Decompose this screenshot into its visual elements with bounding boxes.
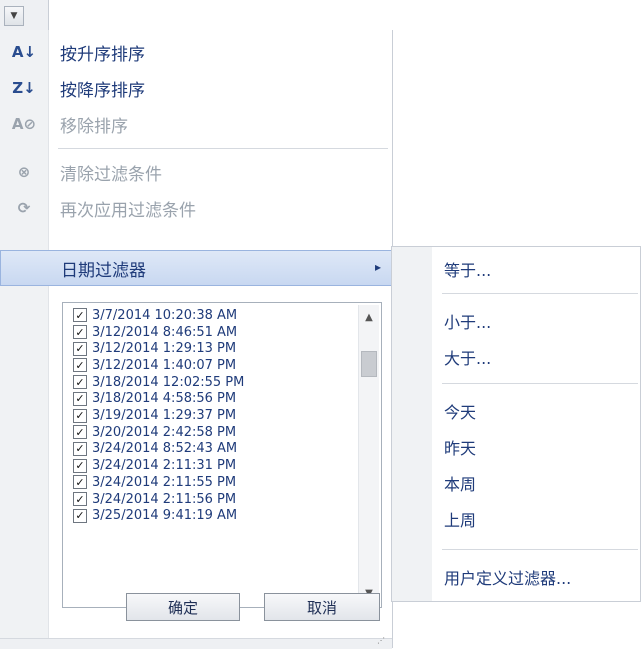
- checkbox-icon[interactable]: ✓: [73, 441, 87, 456]
- scroll-thumb[interactable]: [361, 351, 377, 377]
- list-item[interactable]: ✓ 3/12/2014 8:46:51 AM: [73, 324, 237, 341]
- list-item[interactable]: ✓ 3/25/2014 9:41:19 AM: [73, 507, 237, 524]
- chevron-right-icon: ▸: [374, 260, 381, 274]
- sort-descending-icon: Z↓: [12, 78, 36, 97]
- remove-sort-item[interactable]: A⊘ 移除排序: [0, 106, 392, 142]
- sort-descending-label: 按降序排序: [60, 80, 145, 101]
- list-item[interactable]: ✓ 3/24/2014 2:11:31 PM: [73, 457, 236, 474]
- checkbox-icon[interactable]: ✓: [73, 458, 87, 473]
- custom-filter-item[interactable]: 用户定义过滤器...: [432, 559, 641, 595]
- list-item[interactable]: ✓ 3/19/2014 1:29:37 PM: [73, 407, 236, 424]
- column-header: ▼: [0, 0, 49, 31]
- value-checklist: ✓ 3/7/2014 10:20:38 AM ✓ 3/12/2014 8:46:51…: [62, 302, 382, 608]
- resize-bar[interactable]: ⋰: [0, 636, 392, 649]
- chevron-down-icon: ▼: [10, 11, 18, 21]
- submenu-icon-strip: [392, 247, 432, 601]
- sort-ascending-item[interactable]: A↓ 按升序排序: [0, 34, 392, 70]
- submenu-separator: [442, 383, 638, 384]
- list-item[interactable]: ✓ 3/12/2014 1:29:13 PM: [73, 340, 236, 357]
- checkbox-icon[interactable]: ✓: [73, 341, 87, 356]
- clear-filter-icon: ⊗: [17, 162, 31, 181]
- checkbox-icon[interactable]: ✓: [73, 408, 87, 423]
- remove-sort-label: 移除排序: [60, 116, 128, 137]
- list-item[interactable]: ✓ 3/24/2014 2:11:55 PM: [73, 474, 236, 491]
- checkbox-icon[interactable]: ✓: [73, 308, 87, 323]
- sort-descending-item[interactable]: Z↓ 按降序排序: [0, 70, 392, 106]
- list-item[interactable]: ✓ 3/24/2014 8:52:43 AM: [73, 441, 237, 458]
- greater-than-item[interactable]: 大于...: [432, 339, 641, 375]
- submenu-separator: [442, 293, 638, 294]
- vertical-scrollbar[interactable]: ▲ ▼: [358, 305, 379, 605]
- sort-ascending-icon: A↓: [11, 42, 37, 61]
- equals-item[interactable]: 等于...: [432, 251, 641, 287]
- clear-filter-label: 清除过滤条件: [60, 164, 162, 185]
- submenu-separator: [442, 549, 638, 550]
- sort-ascending-label: 按升序排序: [60, 44, 145, 65]
- checkbox-icon[interactable]: ✓: [73, 375, 87, 390]
- cancel-button[interactable]: 取消: [264, 593, 380, 621]
- date-filters-submenu: 等于... 小于... 大于... 今天 昨天 本周 上周 用户定义过滤器...: [391, 246, 641, 602]
- checkbox-icon[interactable]: ✓: [73, 425, 87, 440]
- resize-grip-icon[interactable]: ⋰: [377, 636, 386, 645]
- checkbox-icon[interactable]: ✓: [73, 475, 87, 490]
- date-filters-label: 日期过滤器: [61, 260, 146, 281]
- last-week-item[interactable]: 上周: [432, 501, 641, 537]
- filter-menu: A↓ 按升序排序 Z↓ 按降序排序 A⊘ 移除排序 ⊗ 清除过滤条件 ⟳ 再次应…: [0, 30, 393, 649]
- list-item[interactable]: ✓ 3/20/2014 2:42:58 PM: [73, 424, 236, 441]
- checkbox-icon[interactable]: ✓: [73, 391, 87, 406]
- reapply-filter-label: 再次应用过滤条件: [60, 200, 196, 221]
- list-item[interactable]: ✓ 3/18/2014 12:02:55 PM: [73, 374, 244, 391]
- ok-button[interactable]: 确定: [126, 593, 240, 621]
- checkbox-icon[interactable]: ✓: [73, 358, 87, 373]
- checkbox-icon[interactable]: ✓: [73, 492, 87, 507]
- today-item[interactable]: 今天: [432, 393, 641, 429]
- remove-sort-icon: A⊘: [11, 114, 37, 133]
- scroll-up-icon[interactable]: ▲: [359, 307, 379, 327]
- list-item[interactable]: ✓ 3/12/2014 1:40:07 PM: [73, 357, 236, 374]
- clear-filter-item[interactable]: ⊗ 清除过滤条件: [0, 154, 392, 190]
- yesterday-item[interactable]: 昨天: [432, 429, 641, 465]
- checkbox-icon[interactable]: ✓: [73, 508, 87, 523]
- list-item[interactable]: ✓ 3/7/2014 10:20:38 AM: [73, 307, 237, 324]
- list-item[interactable]: ✓ 3/18/2014 4:58:56 PM: [73, 391, 236, 408]
- less-than-item[interactable]: 小于...: [432, 303, 641, 339]
- checkbox-icon[interactable]: ✓: [73, 325, 87, 340]
- list-item[interactable]: ✓ 3/24/2014 2:11:56 PM: [73, 491, 236, 508]
- this-week-item[interactable]: 本周: [432, 465, 641, 501]
- reapply-filter-item[interactable]: ⟳ 再次应用过滤条件: [0, 190, 392, 226]
- date-filters-item[interactable]: 日期过滤器 ▸: [0, 250, 392, 286]
- filter-dropdown-button[interactable]: ▼: [4, 6, 24, 26]
- reapply-filter-icon: ⟳: [17, 198, 31, 217]
- menu-separator: [58, 148, 388, 149]
